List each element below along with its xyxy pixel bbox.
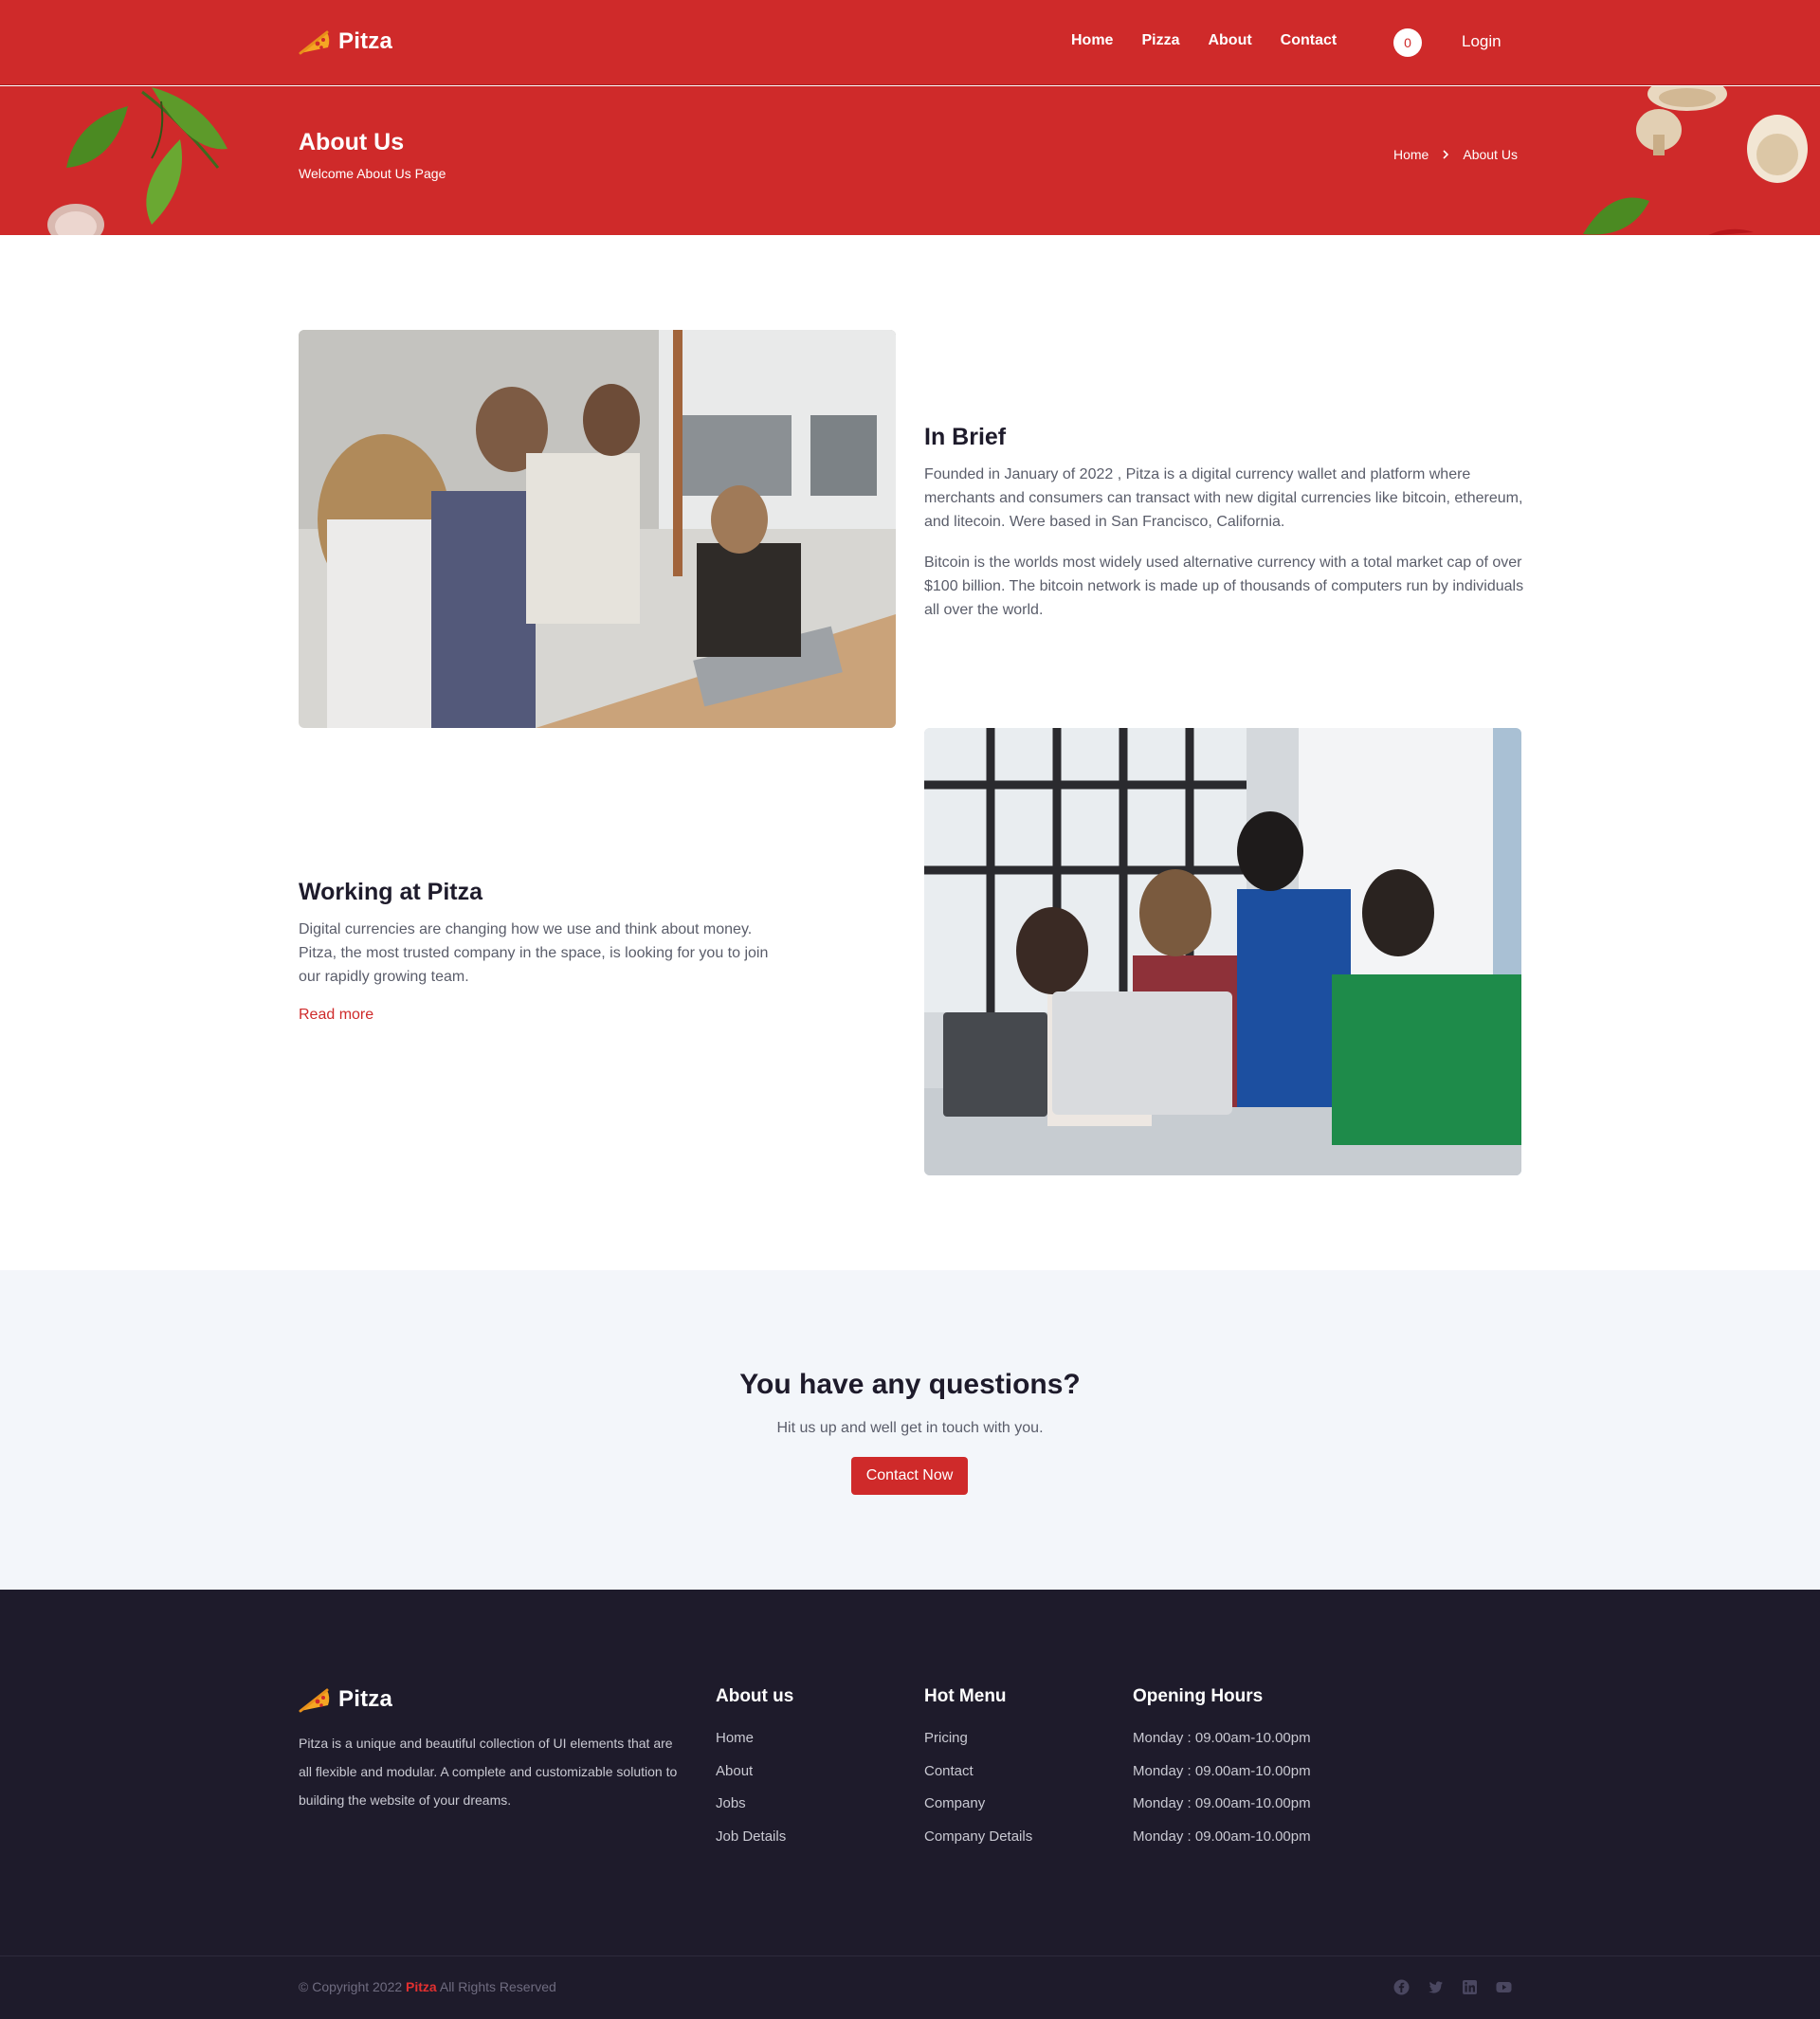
opening-hours-row: Monday : 09.00am-10.00pm [1133,1730,1311,1746]
contact-cta-section: You have any questions? Hit us up and we… [0,1270,1820,1590]
footer: Pitza Pitza is a unique and beautiful co… [0,1590,1820,2019]
logo-text: Pitza [338,28,393,54]
footer-column-about: About us Home About Jobs Job Details [716,1686,793,1861]
opening-hours-row: Monday : 09.00am-10.00pm [1133,1762,1311,1779]
footer-link-contact[interactable]: Contact [924,1763,1032,1796]
opening-hours-row: Monday : 09.00am-10.00pm [1133,1828,1311,1845]
footer-logo[interactable]: Pitza [299,1684,392,1715]
in-brief-title: In Brief [924,424,1007,450]
nav-pizza[interactable]: Pizza [1141,32,1179,49]
footer-description: Pitza is a unique and beautiful collecti… [299,1736,678,1808]
footer-column-hot-menu: Hot Menu Pricing Contact Company Company… [924,1686,1032,1861]
social-links [1393,1979,1512,1995]
copyright-prefix: © Copyright 2022 [299,1979,403,1994]
copyright-brand[interactable]: Pitza [406,1979,437,1994]
working-paragraph: Digital currencies are changing how we u… [299,921,769,985]
team-laptop-photo [924,728,1521,1175]
basil-leaves-decoration [47,87,228,235]
in-brief-paragraph-2: Bitcoin is the worlds most widely used a… [924,555,1524,618]
nav-contact[interactable]: Contact [1281,32,1338,49]
mushroom-decoration [1583,86,1808,235]
logo[interactable]: Pitza [299,27,392,57]
main-nav: Home Pizza About Contact [1071,32,1337,49]
page-subtitle: Welcome About Us Page [299,166,446,181]
pizza-logo-icon [299,30,330,55]
page-title: About Us [299,129,405,155]
footer-column-opening-hours: Opening Hours Monday : 09.00am-10.00pm M… [1133,1686,1311,1861]
footer-link-company[interactable]: Company [924,1795,1032,1828]
cta-title: You have any questions? [739,1369,1081,1400]
contact-now-button[interactable]: Contact Now [851,1457,968,1495]
footer-column-title: About us [716,1686,794,1706]
cart-count-badge[interactable]: 0 [1393,28,1422,57]
footer-link-jobs[interactable]: Jobs [716,1795,793,1828]
pizza-logo-icon [299,1688,330,1713]
in-brief-paragraph-1: Founded in January of 2022 , Pitza is a … [924,466,1523,530]
facebook-icon[interactable] [1393,1979,1410,1995]
working-title: Working at Pitza [299,879,483,905]
office-team-photo [299,330,896,728]
linkedin-icon[interactable] [1462,1979,1478,1995]
youtube-icon[interactable] [1496,1979,1512,1995]
login-link[interactable]: Login [1462,32,1502,51]
copyright-text: © Copyright 2022 Pitza All Rights Reserv… [299,1979,556,1994]
opening-hours-row: Monday : 09.00am-10.00pm [1133,1795,1311,1811]
chevron-right-icon [1443,150,1449,159]
page-header: About Us Welcome About Us Page Home Abou… [0,86,1820,235]
footer-divider [0,1955,1820,1956]
top-navbar: Pitza Home Pizza About Contact 0 Login [0,0,1820,85]
twitter-icon[interactable] [1428,1979,1444,1995]
breadcrumb-home[interactable]: Home [1393,147,1429,162]
copyright-suffix: All Rights Reserved [439,1979,556,1994]
footer-link-about[interactable]: About [716,1763,793,1796]
nav-about[interactable]: About [1208,32,1251,49]
footer-column-title: Opening Hours [1133,1686,1264,1706]
footer-link-home[interactable]: Home [716,1730,793,1763]
read-more-link[interactable]: Read more [299,1007,373,1024]
footer-link-company-details[interactable]: Company Details [924,1828,1032,1862]
footer-link-pricing[interactable]: Pricing [924,1730,1032,1763]
cta-subtitle: Hit us up and well get in touch with you… [776,1420,1044,1436]
nav-home[interactable]: Home [1071,32,1113,49]
footer-logo-text: Pitza [338,1686,393,1712]
footer-column-title: Hot Menu [924,1686,1007,1706]
footer-link-job-details[interactable]: Job Details [716,1828,793,1862]
breadcrumb: Home About Us [1393,147,1518,162]
breadcrumb-current: About Us [1463,147,1518,162]
